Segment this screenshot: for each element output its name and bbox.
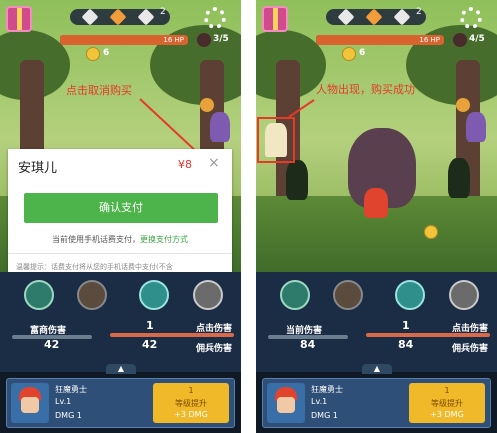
team-damage-label: 佣兵伤害 — [196, 344, 233, 354]
hero-avatar — [11, 383, 49, 423]
change-payment-link[interactable]: 更换支付方式 — [140, 235, 188, 244]
stage-progress: 2 — [326, 7, 426, 26]
stage-node — [337, 8, 355, 26]
left-screenshot: 2 16 HP 3/5 6 点击取消购买 安琪儿 ¥8 × 确认支付 当前使用手… — [0, 0, 241, 433]
stage-node-current — [365, 8, 383, 26]
skill-icon[interactable] — [280, 280, 310, 310]
gift-box-icon[interactable] — [262, 6, 288, 32]
stat-bar — [366, 333, 490, 337]
monster-head-icon — [197, 33, 211, 47]
skill-icon[interactable] — [395, 280, 425, 310]
coin-icon — [86, 47, 100, 61]
hero-name: 狂魔勇士 — [55, 385, 87, 394]
stage-number: 2 — [416, 7, 422, 17]
damage-value: 84 — [300, 338, 316, 351]
top-hud: 2 16 HP 3/5 6 — [0, 0, 241, 61]
hero-card: 狂魔勇士 Lv.1 DMG 1 1 等级提升 +3 DMG — [262, 378, 491, 428]
skill-icon[interactable] — [193, 280, 223, 310]
coin-count: 6 — [103, 48, 110, 58]
upgrade-label: 等级提升 — [431, 399, 463, 408]
angel-hero-figure — [265, 123, 287, 157]
monster-hp-bar: 16 HP — [316, 35, 444, 45]
upgrade-dmg: +3 DMG — [430, 410, 464, 419]
hero-panel: ▲ 狂魔勇士 Lv.1 DMG 1 1 等级提升 +3 DMG — [0, 364, 241, 433]
payment-method-info: 当前使用手机话费支付，更换支付方式 — [8, 234, 232, 245]
top-hud: 2 16 HP 4/5 6 — [256, 0, 497, 61]
annotation-text: 点击取消购买 — [66, 84, 132, 97]
team-damage-value: 84 — [398, 338, 414, 351]
skill-icon[interactable] — [139, 280, 169, 310]
dropped-coin-icon[interactable] — [424, 225, 438, 239]
avatar-face — [21, 397, 39, 413]
skill-icon[interactable] — [333, 280, 363, 310]
confirm-pay-button[interactable]: 确认支付 — [24, 193, 218, 223]
shadow-mercenary — [286, 160, 308, 200]
monster-hp-text: 16 HP — [163, 36, 184, 44]
coin-icon — [342, 47, 356, 61]
right-screenshot: 2 16 HP 4/5 6 人物出现，购买成功 当前伤害 84 1 点击伤害 8… — [256, 0, 497, 433]
chevron-up-icon[interactable]: ▲ — [106, 364, 136, 374]
stage-number: 2 — [160, 7, 166, 17]
chevron-up-icon[interactable]: ▲ — [362, 364, 392, 374]
hero-damage: DMG 1 — [55, 411, 82, 420]
dialog-title: 安琪儿 — [18, 161, 58, 176]
monster-hp-bar: 16 HP — [60, 35, 188, 45]
upgrade-button[interactable]: 1 等级提升 +3 DMG — [153, 383, 229, 423]
monster-head-icon — [453, 33, 467, 47]
close-icon[interactable]: × — [208, 155, 220, 171]
click-damage-value: 1 — [146, 319, 154, 332]
monster-hp-text: 16 HP — [419, 36, 440, 44]
mercenary-figure — [210, 112, 230, 142]
team-damage-value: 42 — [142, 338, 158, 351]
hero-damage: DMG 1 — [311, 411, 338, 420]
stage-node-current — [109, 8, 127, 26]
hero-level: Lv.1 — [311, 397, 328, 406]
skill-icon[interactable] — [449, 280, 479, 310]
kill-count: 3/5 — [213, 34, 229, 44]
upgrade-dmg: +3 DMG — [174, 410, 208, 419]
team-damage-label: 佣兵伤害 — [452, 344, 489, 354]
hammer-icon — [456, 98, 470, 112]
stage-node — [81, 8, 99, 26]
upgrade-label: 等级提升 — [175, 399, 207, 408]
upgrade-cost: 1 — [188, 386, 194, 395]
gift-box-icon[interactable] — [6, 6, 32, 32]
divider — [8, 253, 232, 254]
skill-panel: 富商伤害 42 1 点击伤害 42 佣兵伤害 — [0, 272, 241, 372]
gear-icon[interactable] — [204, 7, 226, 29]
hero-avatar — [267, 383, 305, 423]
hero-level: Lv.1 — [55, 397, 72, 406]
kill-count: 4/5 — [469, 34, 485, 44]
avatar-face — [277, 397, 295, 413]
hero-figure — [364, 188, 388, 218]
hammer-icon — [200, 98, 214, 112]
dialog-price: ¥8 — [178, 158, 192, 171]
hero-card: 狂魔勇士 Lv.1 DMG 1 1 等级提升 +3 DMG — [6, 378, 235, 428]
skill-icon[interactable] — [24, 280, 54, 310]
mercenary-figure — [466, 112, 486, 142]
shadow-mercenary — [448, 158, 470, 198]
hero-name: 狂魔勇士 — [311, 385, 343, 394]
upgrade-cost: 1 — [444, 386, 450, 395]
click-damage-value: 1 — [402, 319, 410, 332]
stage-node — [393, 8, 411, 26]
payment-method-text: 当前使用手机话费支付， — [52, 235, 140, 244]
damage-value: 42 — [44, 338, 60, 351]
annotation-text: 人物出现，购买成功 — [316, 83, 415, 96]
stage-progress: 2 — [70, 7, 170, 26]
payment-dialog: 安琪儿 ¥8 × 确认支付 当前使用手机话费支付，更换支付方式 温馨提示：话费支… — [8, 149, 232, 289]
new-hero-highlight — [257, 117, 295, 163]
gear-icon[interactable] — [460, 7, 482, 29]
stat-bar — [110, 333, 234, 337]
stage-node — [137, 8, 155, 26]
upgrade-button[interactable]: 1 等级提升 +3 DMG — [409, 383, 485, 423]
dialog-note: 温馨提示：话费支付将从您的手机话费中支付(不含 — [16, 263, 173, 271]
skill-icon[interactable] — [77, 280, 107, 310]
skill-panel: 当前伤害 84 1 点击伤害 84 佣兵伤害 — [256, 272, 497, 372]
coin-count: 6 — [359, 48, 366, 58]
hero-panel: ▲ 狂魔勇士 Lv.1 DMG 1 1 等级提升 +3 DMG — [256, 364, 497, 433]
